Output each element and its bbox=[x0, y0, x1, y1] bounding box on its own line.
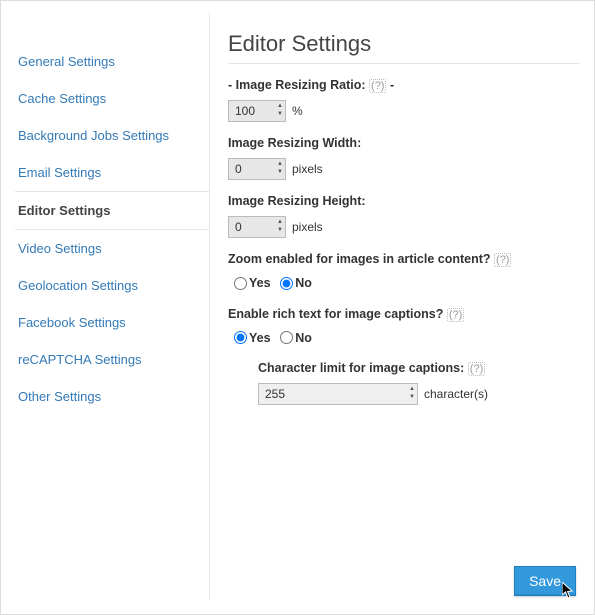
sidebar-item-other[interactable]: Other Settings bbox=[15, 378, 209, 415]
settings-sidebar: General Settings Cache Settings Backgrou… bbox=[15, 13, 210, 600]
zoom-no-option[interactable]: No bbox=[280, 276, 312, 290]
charlimit-label: Character limit for image captions: bbox=[258, 361, 464, 375]
charlimit-unit: character(s) bbox=[424, 387, 488, 401]
sidebar-item-general[interactable]: General Settings bbox=[15, 43, 209, 80]
height-label: Image Resizing Height: bbox=[228, 194, 580, 208]
charlimit-input[interactable] bbox=[263, 386, 399, 402]
ratio-unit: % bbox=[292, 104, 303, 118]
sidebar-item-label[interactable]: Facebook Settings bbox=[18, 315, 126, 330]
sidebar-item-label[interactable]: Other Settings bbox=[18, 389, 101, 404]
rich-yes-radio[interactable] bbox=[234, 331, 247, 344]
sidebar-item-email[interactable]: Email Settings bbox=[15, 154, 209, 191]
zoom-yes-label: Yes bbox=[249, 276, 271, 290]
ratio-suffix: - bbox=[390, 78, 394, 92]
height-input-wrapper[interactable]: ▲▼ bbox=[228, 216, 286, 238]
height-input[interactable] bbox=[233, 219, 267, 235]
rich-no-option[interactable]: No bbox=[280, 331, 312, 345]
sidebar-item-cache[interactable]: Cache Settings bbox=[15, 80, 209, 117]
zoom-label: Zoom enabled for images in article conte… bbox=[228, 252, 491, 266]
sidebar-item-label: Editor Settings bbox=[18, 203, 110, 218]
help-icon[interactable]: (?) bbox=[447, 308, 464, 322]
rich-no-radio[interactable] bbox=[280, 331, 293, 344]
ratio-label: Image Resizing Ratio: bbox=[236, 78, 366, 92]
field-ratio: - Image Resizing Ratio: (?) - ▲▼ % bbox=[228, 78, 580, 122]
sidebar-item-label[interactable]: Geolocation Settings bbox=[18, 278, 138, 293]
zoom-yes-radio[interactable] bbox=[234, 277, 247, 290]
field-rich: Enable rich text for image captions? (?)… bbox=[228, 307, 580, 406]
sidebar-item-label[interactable]: Email Settings bbox=[18, 165, 101, 180]
spinner-arrows-icon[interactable]: ▲▼ bbox=[277, 218, 283, 234]
rich-no-label: No bbox=[295, 331, 312, 345]
zoom-yes-option[interactable]: Yes bbox=[234, 276, 271, 290]
height-unit: pixels bbox=[292, 220, 323, 234]
sidebar-item-label[interactable]: General Settings bbox=[18, 54, 115, 69]
field-width: Image Resizing Width: ▲▼ pixels bbox=[228, 136, 580, 180]
sidebar-item-facebook[interactable]: Facebook Settings bbox=[15, 304, 209, 341]
width-input[interactable] bbox=[233, 161, 267, 177]
sidebar-item-label[interactable]: Background Jobs Settings bbox=[18, 128, 169, 143]
field-zoom: Zoom enabled for images in article conte… bbox=[228, 252, 580, 293]
save-button[interactable]: Save bbox=[514, 566, 576, 596]
zoom-no-label: No bbox=[295, 276, 312, 290]
ratio-input[interactable] bbox=[233, 103, 267, 119]
ratio-input-wrapper[interactable]: ▲▼ bbox=[228, 100, 286, 122]
help-icon[interactable]: (?) bbox=[369, 79, 386, 93]
help-icon[interactable]: (?) bbox=[494, 253, 511, 267]
rich-label: Enable rich text for image captions? bbox=[228, 307, 443, 321]
rich-yes-option[interactable]: Yes bbox=[234, 331, 271, 345]
page-title: Editor Settings bbox=[228, 31, 580, 57]
field-height: Image Resizing Height: ▲▼ pixels bbox=[228, 194, 580, 238]
title-divider bbox=[228, 63, 580, 64]
sidebar-item-label[interactable]: Video Settings bbox=[18, 241, 102, 256]
zoom-no-radio[interactable] bbox=[280, 277, 293, 290]
spinner-arrows-icon[interactable]: ▲▼ bbox=[409, 385, 415, 401]
sidebar-item-video[interactable]: Video Settings bbox=[15, 230, 209, 267]
sidebar-item-geolocation[interactable]: Geolocation Settings bbox=[15, 267, 209, 304]
sidebar-item-editor[interactable]: Editor Settings bbox=[15, 191, 209, 230]
main-content: Editor Settings - Image Resizing Ratio: … bbox=[210, 13, 580, 600]
sidebar-item-label[interactable]: Cache Settings bbox=[18, 91, 106, 106]
width-input-wrapper[interactable]: ▲▼ bbox=[228, 158, 286, 180]
help-icon[interactable]: (?) bbox=[468, 362, 485, 376]
width-unit: pixels bbox=[292, 162, 323, 176]
field-charlimit: Character limit for image captions: (?) … bbox=[228, 361, 580, 405]
width-label: Image Resizing Width: bbox=[228, 136, 580, 150]
spinner-arrows-icon[interactable]: ▲▼ bbox=[277, 102, 283, 118]
sidebar-item-background-jobs[interactable]: Background Jobs Settings bbox=[15, 117, 209, 154]
rich-yes-label: Yes bbox=[249, 331, 271, 345]
spinner-arrows-icon[interactable]: ▲▼ bbox=[277, 160, 283, 176]
ratio-prefix: - bbox=[228, 78, 232, 92]
sidebar-item-label[interactable]: reCAPTCHA Settings bbox=[18, 352, 142, 367]
sidebar-item-recaptcha[interactable]: reCAPTCHA Settings bbox=[15, 341, 209, 378]
charlimit-input-wrapper[interactable]: ▲▼ bbox=[258, 383, 418, 405]
